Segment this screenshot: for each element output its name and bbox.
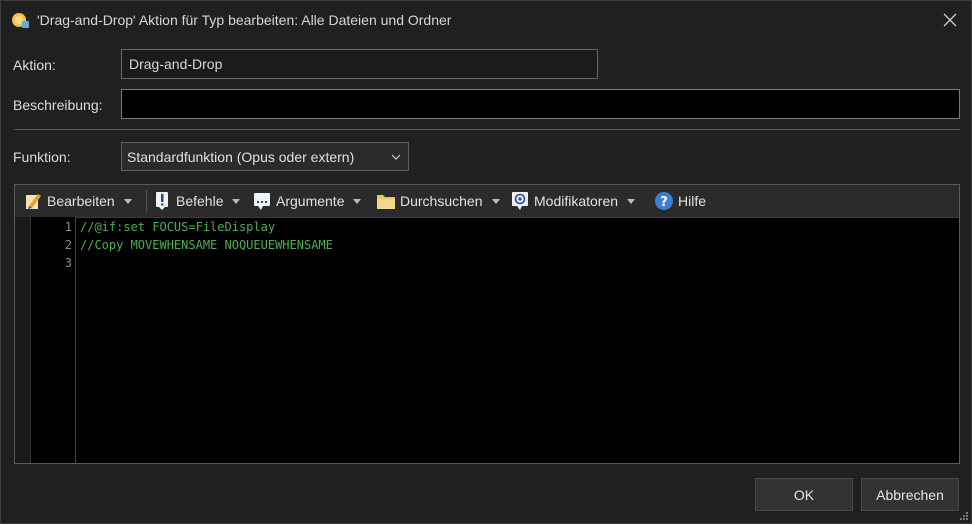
code-line[interactable]: //Copy MOVEWHENSAME NOQUEUEWHENSAME [80, 238, 333, 252]
toolbar-separator [146, 190, 147, 212]
app-icon [12, 13, 29, 28]
gutter-margin [15, 217, 31, 463]
beschreibung-field[interactable] [121, 89, 960, 119]
help-icon: ? [655, 192, 673, 210]
window-title: 'Drag-and-Drop' Aktion für Typ bearbeite… [37, 12, 452, 28]
toolbar-hilfe[interactable]: ? Hilfe [654, 185, 706, 217]
title-bar: 'Drag-and-Drop' Aktion für Typ bearbeite… [1, 1, 971, 39]
svg-text:?: ? [660, 195, 668, 210]
line-number: 2 [64, 238, 72, 252]
command-icon [156, 192, 168, 210]
beschreibung-label: Beschreibung: [13, 97, 103, 113]
funktion-select[interactable]: Standardfunktion (Opus oder extern) [121, 142, 409, 171]
funktion-label: Funktion: [13, 149, 71, 165]
close-button[interactable] [937, 7, 963, 33]
line-number: 3 [64, 256, 72, 270]
toolbar-modifikatoren-label: Modifikatoren [534, 193, 619, 209]
aktion-label: Aktion: [13, 57, 56, 73]
toolbar-befehle[interactable]: Befehle [152, 185, 241, 217]
code-line[interactable]: //@if:set FOCUS=FileDisplay [80, 220, 275, 234]
dropdown-arrow-icon [353, 199, 362, 204]
toolbar-bearbeiten[interactable]: Bearbeiten [23, 185, 133, 217]
dropdown-arrow-icon [123, 199, 132, 204]
divider [14, 129, 960, 130]
dialog-window: 'Drag-and-Drop' Aktion für Typ bearbeite… [0, 0, 972, 524]
edit-pencil-icon [26, 194, 41, 209]
folder-icon [377, 195, 395, 209]
toolbar-argumente[interactable]: Argumente [252, 185, 362, 217]
dropdown-arrow-icon [491, 199, 500, 204]
funktion-select-value: Standardfunktion (Opus oder extern) [127, 148, 355, 165]
toolbar-bearbeiten-label: Bearbeiten [47, 193, 115, 209]
toolbar-durchsuchen[interactable]: Durchsuchen [376, 185, 501, 217]
line-number: 1 [64, 220, 72, 234]
gutter-divider [75, 217, 76, 463]
editor-toolbar: Bearbeiten Befehle Argumente Durchsuchen… [15, 185, 959, 218]
ok-button[interactable]: OK [755, 478, 853, 511]
arguments-icon [254, 193, 270, 210]
toolbar-modifikatoren[interactable]: Modifikatoren [510, 185, 636, 217]
cancel-button[interactable]: Abbrechen [861, 478, 959, 511]
line-number-gutter [15, 217, 75, 463]
chevron-down-icon [391, 154, 401, 160]
toolbar-hilfe-label: Hilfe [678, 193, 707, 209]
toolbar-argumente-label: Argumente [276, 193, 345, 209]
dropdown-arrow-icon [232, 199, 241, 204]
modifier-icon [512, 192, 528, 210]
toolbar-durchsuchen-label: Durchsuchen [400, 193, 483, 209]
dropdown-arrow-icon [627, 199, 636, 204]
toolbar-befehle-label: Befehle [176, 193, 224, 209]
command-editor: Bearbeiten Befehle Argumente Durchsuchen… [14, 184, 960, 464]
close-icon [943, 13, 957, 27]
resize-grip-icon[interactable] [959, 511, 969, 521]
aktion-field[interactable]: Drag-and-Drop [121, 49, 598, 79]
